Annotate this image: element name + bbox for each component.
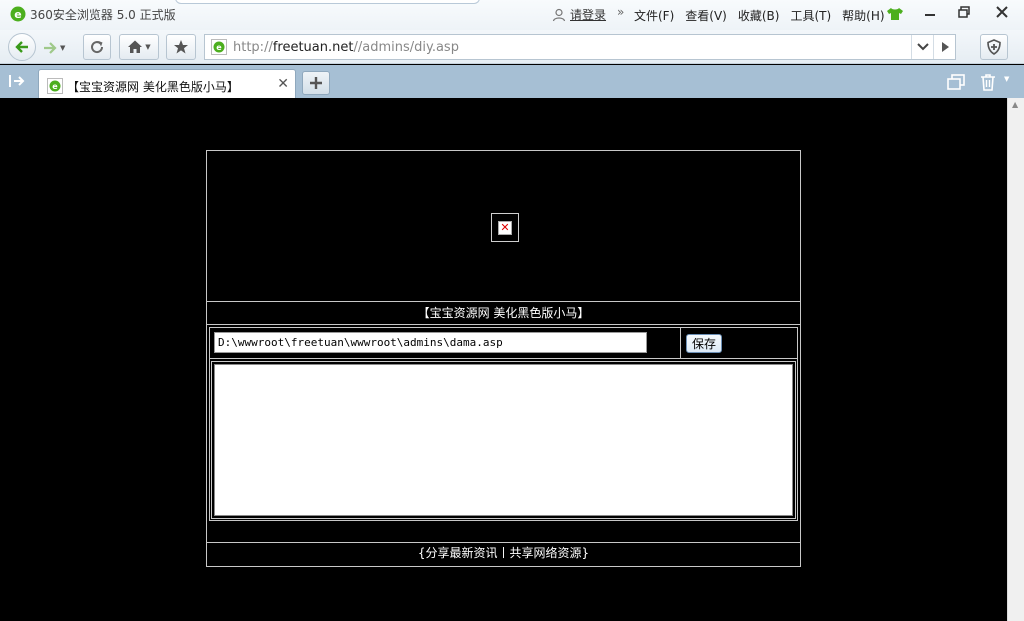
favorite-button[interactable] [166,34,196,60]
new-tab-button[interactable] [302,71,330,95]
go-icon [941,42,949,52]
url-path: //admins/diy.asp [353,39,459,55]
menu-help[interactable]: 帮助(H) [842,7,884,24]
restore-button[interactable] [946,0,982,24]
home-dropdown-icon[interactable]: ▼ [145,43,150,51]
svg-text:e: e [216,43,222,52]
forward-icon [44,42,57,54]
minimize-button[interactable] [912,0,948,24]
menu-file[interactable]: 文件(F) [634,7,674,24]
trash-icon[interactable] [978,73,998,91]
banner-area: ✕ [207,151,800,302]
address-dropdown-button[interactable] [911,35,933,59]
webshell-panel: ✕ 【宝宝资源网 美化黑色版小马】 保存 {分享最新资讯丨共享网络资源} [206,150,801,567]
content-wrap [211,361,796,519]
tab-close-icon[interactable]: ✕ [277,76,289,92]
tab-bar: e 【宝宝资源网 美化黑色版小马】 ✕ ▼ [0,65,1024,98]
security-button[interactable] [980,34,1008,60]
page-scrollbar[interactable]: ▲ [1007,98,1024,621]
tab-title: 【宝宝资源网 美化黑色版小马】 [67,80,239,94]
skin-shirt-icon[interactable] [886,7,904,21]
address-bar[interactable]: e http://freetuan.net//admins/diy.asp [204,34,956,60]
svg-text:e: e [52,82,58,91]
app-title: 360安全浏览器 5.0 正式版 [30,8,176,22]
favorite-star-icon [174,40,188,54]
browser-logo-icon: e [10,6,26,22]
file-content-textarea[interactable] [214,364,793,516]
tab-active[interactable]: e 【宝宝资源网 美化黑色版小马】 ✕ [38,69,296,98]
navigation-bar: ▼ ▼ e http://freetuan.net//admins/diy.as… [0,30,1024,64]
go-button[interactable] [933,35,955,59]
page-title: 【宝宝资源网 美化黑色版小马】 [207,302,800,325]
login-link[interactable]: 请登录 [552,6,606,23]
address-dropdown-icon [916,43,929,51]
save-button[interactable]: 保存 [686,334,722,353]
page-viewport: ✕ 【宝宝资源网 美化黑色版小马】 保存 {分享最新资讯丨共享网络资源} [0,98,1007,621]
menu-tools[interactable]: 工具(T) [790,7,831,24]
menu-bar: 文件(F) 查看(V) 收藏(B) 工具(T) 帮助(H) [634,7,885,24]
broken-image: ✕ [491,213,519,242]
url-scheme: http:// [233,39,273,55]
close-window-button[interactable] [984,0,1020,24]
login-label: 请登录 [570,8,607,22]
home-button[interactable]: ▼ [119,34,159,60]
url-host: freetuan.net [272,39,354,55]
home-icon [128,40,143,53]
footer-text: {分享最新资讯丨共享网络资源} [417,546,590,560]
svg-text:e: e [14,8,21,21]
sidebar-toggle-icon[interactable] [8,73,26,89]
file-path-input[interactable] [214,332,647,353]
refresh-button[interactable] [83,34,111,60]
broken-image-icon: ✕ [498,220,512,235]
edit-form: 保存 [209,327,798,521]
scroll-up-icon[interactable]: ▲ [1012,100,1018,109]
forward-button[interactable]: ▼ [42,41,65,55]
trash-dropdown-icon[interactable]: ▼ [1004,75,1009,83]
menu-view[interactable]: 查看(V) [685,7,727,24]
minimize-icon [925,14,935,16]
user-icon [552,8,566,21]
cell-divider [680,328,681,359]
tab-favicon-icon: e [47,78,63,94]
path-row: 保存 [210,328,797,359]
forward-dropdown-icon[interactable]: ▼ [60,44,65,52]
restore-icon [958,6,970,18]
back-button[interactable] [8,33,36,61]
title-bar: e 360安全浏览器 5.0 正式版 请登录 » 文件(F) 查看(V) 收藏(… [0,0,1024,30]
menu-expand-icon[interactable]: » [617,5,624,19]
url-text[interactable]: http://freetuan.net//admins/diy.asp [233,40,459,55]
shield-icon [987,39,1001,55]
refresh-icon [91,41,104,54]
restore-tabs-icon[interactable] [946,73,966,91]
new-tab-icon [310,77,322,89]
site-favicon-icon: e [211,39,227,55]
menu-favorites[interactable]: 收藏(B) [738,7,780,24]
title-tab-hint [175,0,480,4]
close-icon [996,6,1008,18]
back-icon [15,41,28,53]
